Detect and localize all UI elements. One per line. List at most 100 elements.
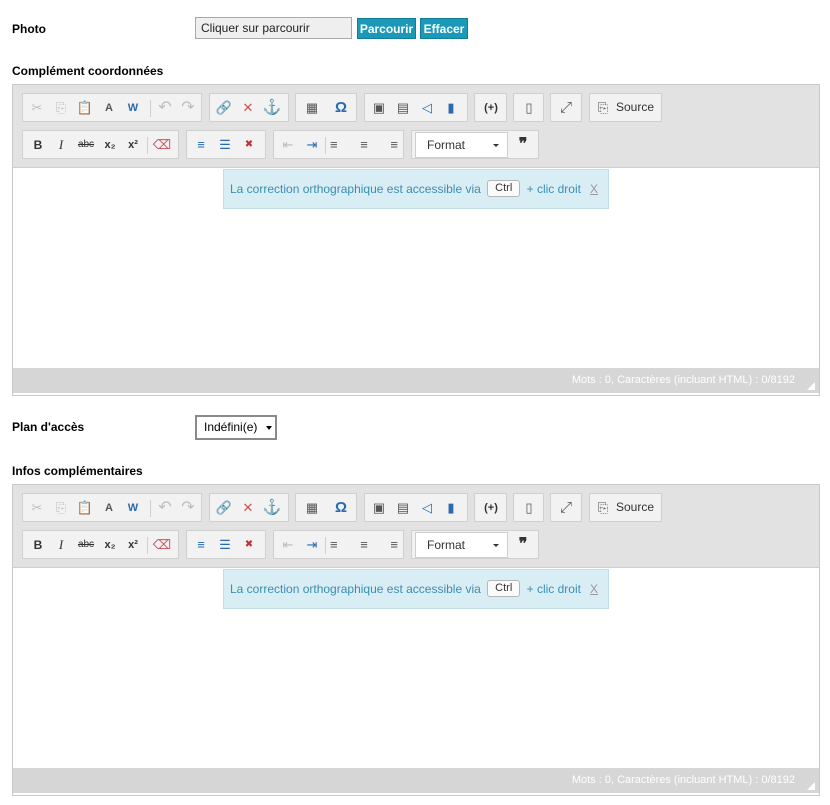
superscript-icon[interactable]: x² bbox=[123, 535, 143, 555]
copy-icon[interactable]: ⎘ bbox=[51, 498, 71, 518]
maximize-icon[interactable]: ⤢ bbox=[556, 498, 576, 518]
table-icon[interactable]: ▦ bbox=[302, 498, 322, 518]
unlink-icon[interactable]: ✕ bbox=[238, 98, 258, 118]
undo-icon[interactable]: ↶ bbox=[155, 98, 175, 118]
audio-icon[interactable]: ◁ bbox=[417, 498, 437, 518]
resize-handle-icon[interactable] bbox=[807, 782, 815, 790]
link-icon[interactable]: 🔗 bbox=[214, 498, 234, 518]
ctrl-key-hint: Ctrl bbox=[487, 580, 521, 598]
video-icon[interactable]: ▤ bbox=[393, 498, 413, 518]
spellcheck-notice: La correction orthographique est accessi… bbox=[223, 169, 609, 209]
indent-icon[interactable]: ⇥ bbox=[302, 135, 322, 155]
resize-handle-icon[interactable] bbox=[807, 382, 815, 390]
anchor-icon[interactable]: ⚓ bbox=[262, 498, 282, 518]
source-button[interactable]: ⎘ Source bbox=[589, 93, 662, 122]
bullet-list-icon[interactable]: ☰ bbox=[215, 135, 235, 155]
align-center-icon[interactable]: ≡ bbox=[354, 135, 374, 155]
media-group: ▣ ▤ ◁ ▮ bbox=[364, 493, 468, 522]
image-icon[interactable]: ▣ bbox=[369, 98, 389, 118]
bold-icon[interactable]: B bbox=[28, 535, 48, 555]
table-icon[interactable]: ▦ bbox=[302, 98, 322, 118]
browse-button[interactable]: Parcourir bbox=[357, 18, 416, 39]
blockquote-icon[interactable]: ❞ bbox=[513, 135, 533, 155]
remove-list-icon[interactable]: ✖ bbox=[239, 135, 259, 155]
template-icon[interactable]: ▯ bbox=[519, 498, 539, 518]
source-label: Source bbox=[616, 100, 655, 114]
bold-icon[interactable]: B bbox=[28, 135, 48, 155]
cut-icon[interactable]: ✂ bbox=[27, 498, 47, 518]
paste-text-icon[interactable]: A bbox=[99, 498, 119, 518]
paste-text-icon[interactable]: A bbox=[99, 98, 119, 118]
paste-icon[interactable]: 📋 bbox=[75, 498, 95, 518]
indent-icon[interactable]: ⇥ bbox=[302, 535, 322, 555]
unlink-icon[interactable]: ✕ bbox=[238, 498, 258, 518]
copy-icon[interactable]: ⎘ bbox=[51, 98, 71, 118]
ordered-list-icon[interactable]: ≡ bbox=[191, 135, 211, 155]
word-count: Mots : 0, Caractères (incluant HTML) : 0… bbox=[571, 774, 795, 786]
redo-icon[interactable]: ↷ bbox=[178, 98, 198, 118]
remove-format-icon[interactable]: ⌫ bbox=[152, 135, 172, 155]
photo-file-field[interactable]: Cliquer sur parcourir bbox=[195, 17, 352, 39]
outdent-icon[interactable]: ⇤ bbox=[278, 135, 298, 155]
link-group: 🔗 ✕ ⚓ bbox=[209, 493, 289, 522]
blockquote-icon[interactable]: ❞ bbox=[513, 535, 533, 555]
paste-icon[interactable]: 📋 bbox=[75, 98, 95, 118]
link-icon[interactable]: 🔗 bbox=[214, 98, 234, 118]
paste-word-icon[interactable]: W bbox=[123, 98, 143, 118]
notice-suffix: + clic droit bbox=[526, 182, 581, 196]
cut-icon[interactable]: ✂ bbox=[27, 98, 47, 118]
word-count: Mots : 0, Caractères (incluant HTML) : 0… bbox=[571, 374, 795, 386]
ordered-list-icon[interactable]: ≡ bbox=[191, 535, 211, 555]
flash-icon[interactable]: ▮ bbox=[441, 498, 461, 518]
italic-icon[interactable]: I bbox=[51, 535, 71, 555]
align-center-icon[interactable]: ≡ bbox=[354, 535, 374, 555]
video-icon[interactable]: ▤ bbox=[393, 98, 413, 118]
remove-list-icon[interactable]: ✖ bbox=[239, 535, 259, 555]
clear-button[interactable]: Effacer bbox=[420, 18, 468, 39]
editor-toolbar: ✂ ⎘ 📋 A W ↶ ↷ 🔗 ✕ ⚓ ▦ Ω ▣ ▤ ◁ ▮ (+) ▯ ⤢ … bbox=[13, 485, 819, 568]
plugin-icon[interactable]: (+) bbox=[481, 498, 501, 518]
align-left-icon[interactable]: ≡ bbox=[330, 135, 350, 155]
template-icon[interactable]: ▯ bbox=[519, 98, 539, 118]
editor-toolbar: ✂ ⎘ 📋 A W ↶ ↷ 🔗 ✕ ⚓ ▦ Ω ▣ ▤ ◁ ▮ (+) ▯ ⤢ … bbox=[13, 85, 819, 168]
paste-word-icon[interactable]: W bbox=[123, 498, 143, 518]
source-button[interactable]: ⎘ Source bbox=[589, 493, 662, 522]
maximize-icon[interactable]: ⤢ bbox=[556, 98, 576, 118]
format-group: Format ❞ bbox=[411, 530, 539, 559]
notice-close-button[interactable]: X bbox=[590, 570, 598, 608]
subscript-icon[interactable]: x₂ bbox=[100, 135, 120, 155]
format-dropdown[interactable]: Format bbox=[415, 532, 508, 558]
outdent-icon[interactable]: ⇤ bbox=[278, 535, 298, 555]
superscript-icon[interactable]: x² bbox=[123, 135, 143, 155]
source-icon: ⎘ bbox=[597, 500, 609, 515]
editor-content-area[interactable]: La correction orthographique est accessi… bbox=[13, 168, 819, 368]
editor-content-area[interactable]: La correction orthographique est accessi… bbox=[13, 568, 819, 768]
indent-align-group: ⇤ ⇥ ≡ ≡ ≡ bbox=[273, 530, 404, 559]
notice-close-button[interactable]: X bbox=[590, 170, 598, 208]
plan-select[interactable]: Indéfini(e) bbox=[195, 415, 277, 440]
strikethrough-icon[interactable]: abc bbox=[76, 135, 96, 155]
anchor-icon[interactable]: ⚓ bbox=[262, 98, 282, 118]
special-char-icon[interactable]: Ω bbox=[331, 98, 351, 118]
bullet-list-icon[interactable]: ☰ bbox=[215, 535, 235, 555]
format-dropdown[interactable]: Format bbox=[415, 132, 508, 158]
editor1-label: Complément coordonnées bbox=[12, 64, 164, 78]
plugin-icon[interactable]: (+) bbox=[481, 98, 501, 118]
list-group: ≡ ☰ ✖ bbox=[186, 130, 266, 159]
undo-group: ↶ ↷ bbox=[150, 493, 202, 522]
strikethrough-icon[interactable]: abc bbox=[76, 535, 96, 555]
align-right-icon[interactable]: ≡ bbox=[378, 135, 398, 155]
flash-icon[interactable]: ▮ bbox=[441, 98, 461, 118]
subscript-icon[interactable]: x₂ bbox=[100, 535, 120, 555]
italic-icon[interactable]: I bbox=[51, 135, 71, 155]
redo-icon[interactable]: ↷ bbox=[178, 498, 198, 518]
special-char-icon[interactable]: Ω bbox=[331, 498, 351, 518]
image-icon[interactable]: ▣ bbox=[369, 498, 389, 518]
align-left-icon[interactable]: ≡ bbox=[330, 535, 350, 555]
remove-format-icon[interactable]: ⌫ bbox=[152, 535, 172, 555]
indent-align-group: ⇤ ⇥ ≡ ≡ ≡ bbox=[273, 130, 404, 159]
align-right-icon[interactable]: ≡ bbox=[378, 535, 398, 555]
format-label: Format bbox=[427, 138, 466, 152]
audio-icon[interactable]: ◁ bbox=[417, 98, 437, 118]
undo-icon[interactable]: ↶ bbox=[155, 498, 175, 518]
